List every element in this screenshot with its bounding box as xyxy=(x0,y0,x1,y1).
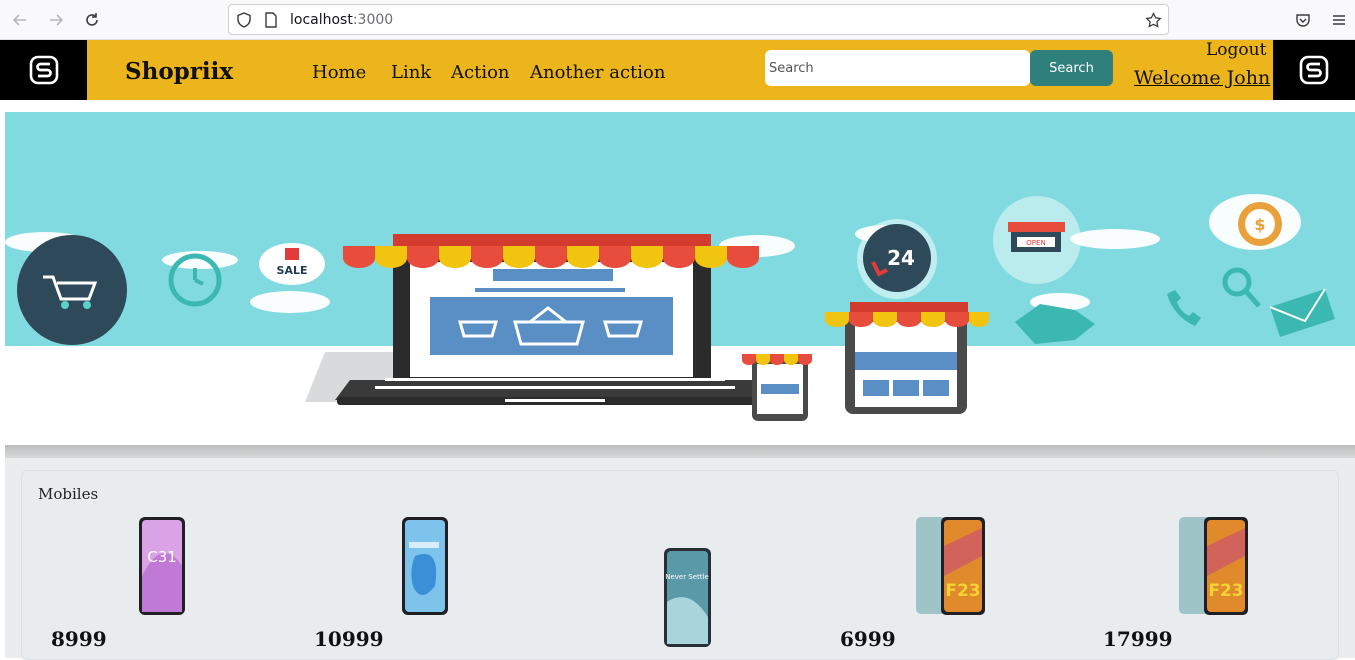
browser-toolbar: localhost:3000 xyxy=(0,0,1355,40)
product-price: 17999 xyxy=(1103,627,1173,651)
hero-banner: SALE 24 OPEN $ xyxy=(5,112,1355,445)
page-icon xyxy=(262,11,280,29)
product-price: 10999 xyxy=(314,627,384,651)
url-host: localhost xyxy=(290,12,353,28)
site-navbar: Shopriix Home Link Action Another action… xyxy=(0,40,1355,100)
menu-icon[interactable] xyxy=(1327,8,1351,32)
cart-icon xyxy=(17,235,127,345)
bookmark-star-icon[interactable] xyxy=(1144,11,1162,29)
nav-link-home[interactable]: Home xyxy=(312,62,366,83)
search-button[interactable]: Search xyxy=(1030,50,1113,86)
mail-icon xyxy=(1269,288,1335,337)
svg-text:Never Settle: Never Settle xyxy=(665,573,709,581)
svg-text:$: $ xyxy=(1254,215,1265,234)
phone-image: Never Settle xyxy=(664,548,711,647)
shield-icon[interactable] xyxy=(235,11,253,29)
product-card[interactable]: F23 xyxy=(915,516,986,616)
products-section: Mobiles C31 8999 10999 Never Settle F23 … xyxy=(5,458,1355,660)
dollar-coin-icon: $ xyxy=(1238,202,1282,246)
url-text[interactable]: localhost:3000 xyxy=(290,12,393,28)
nav-link-action[interactable]: Action xyxy=(451,62,510,83)
svg-text:F23: F23 xyxy=(1208,581,1243,601)
product-price: 8999 xyxy=(51,627,107,651)
product-price: 6999 xyxy=(840,627,896,651)
phone-image: F23 xyxy=(916,517,985,615)
address-bar[interactable]: localhost:3000 xyxy=(228,4,1169,35)
open-store-icon: OPEN xyxy=(993,196,1081,284)
category-card: Mobiles C31 8999 10999 Never Settle F23 … xyxy=(21,470,1339,660)
sale-text: SALE xyxy=(277,264,308,277)
phone-icon xyxy=(1167,290,1201,326)
s-logo-icon xyxy=(29,55,58,85)
support-24-icon: 24 xyxy=(857,219,937,299)
ecommerce-illustration: SALE 24 OPEN $ xyxy=(5,194,1335,421)
product-card[interactable] xyxy=(401,516,449,616)
pocket-icon[interactable] xyxy=(1291,8,1315,32)
product-card[interactable]: F23 xyxy=(1178,516,1249,616)
product-card[interactable]: Never Settle xyxy=(663,547,712,648)
svg-text:C31: C31 xyxy=(147,548,177,566)
phone-image xyxy=(402,517,448,615)
url-port: :3000 xyxy=(352,12,394,28)
sale-icon: SALE xyxy=(259,243,325,285)
welcome-user-link[interactable]: Welcome John xyxy=(1134,67,1270,89)
reload-button[interactable] xyxy=(80,8,104,32)
search-input[interactable] xyxy=(765,50,1030,86)
nav-link-another-action[interactable]: Another action xyxy=(530,62,665,83)
s-logo-icon xyxy=(1299,55,1329,85)
forward-button[interactable] xyxy=(44,8,68,32)
category-title: Mobiles xyxy=(38,485,99,503)
hours-text: 24 xyxy=(887,246,915,270)
svg-text:F23: F23 xyxy=(945,581,980,601)
logo-left[interactable] xyxy=(0,40,87,100)
phone-image: F23 xyxy=(1179,517,1248,615)
product-card[interactable]: C31 xyxy=(138,516,186,616)
back-button[interactable] xyxy=(8,8,32,32)
brand-name[interactable]: Shopriix xyxy=(125,58,233,85)
handshake-icon xyxy=(1015,304,1095,344)
open-text: OPEN xyxy=(1026,239,1045,247)
nav-link-link[interactable]: Link xyxy=(391,62,431,83)
gear-icon xyxy=(1222,267,1261,308)
logout-link[interactable]: Logout xyxy=(1206,40,1266,60)
phone-image: C31 xyxy=(139,517,185,615)
logo-right[interactable] xyxy=(1273,40,1355,100)
